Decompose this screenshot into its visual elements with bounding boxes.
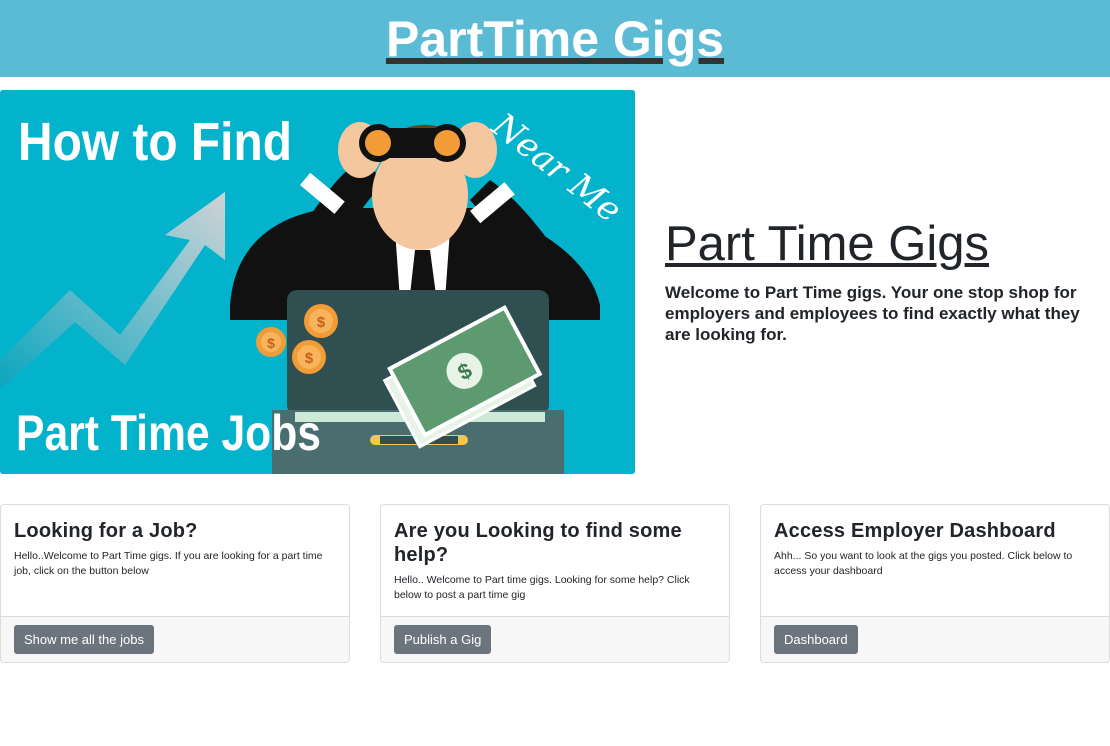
image-headline-bottom: Part Time Jobs <box>16 405 321 461</box>
coin-dollar-text: $ <box>305 350 314 367</box>
coin-dollar-text: $ <box>317 314 326 331</box>
card-text: Hello..Welcome to Part Time gigs. If you… <box>14 550 323 577</box>
card-footer: Publish a Gig <box>381 616 729 662</box>
hero-description: Welcome to Part Time gigs. Your one stop… <box>665 282 1080 344</box>
image-headline-top: How to Find <box>18 112 292 172</box>
dashboard-button[interactable]: Dashboard <box>774 625 858 654</box>
card-title: Access Employer Dashboard <box>774 520 1056 542</box>
brand-link[interactable]: PartTime Gigs <box>386 14 724 64</box>
hero-text-block: Part Time Gigs Welcome to Part Time gigs… <box>665 217 1105 345</box>
card-footer: Show me all the jobs <box>1 616 349 662</box>
card-body: Are you Looking to find some help? Hello… <box>381 505 729 617</box>
coin-dollar-text: $ <box>267 335 275 351</box>
card-body: Access Employer Dashboard Ahh... So you … <box>761 505 1109 617</box>
card-text: Ahh... So you want to look at the gigs y… <box>774 550 1073 577</box>
hero-title: Part Time Gigs <box>665 217 990 271</box>
card-find-help: Are you Looking to find some help? Hello… <box>380 504 730 663</box>
card-employer-dashboard: Access Employer Dashboard Ahh... So you … <box>760 504 1110 663</box>
site-header: PartTime Gigs <box>0 0 1110 77</box>
hero-image: $ $ $ $ How to Find Near Me Part Time Jo… <box>0 90 635 474</box>
show-all-jobs-button[interactable]: Show me all the jobs <box>14 625 154 654</box>
card-find-job: Looking for a Job? Hello..Welcome to Par… <box>0 504 350 663</box>
card-body: Looking for a Job? Hello..Welcome to Par… <box>1 505 349 617</box>
card-title: Are you Looking to find some help? <box>394 520 682 566</box>
publish-gig-button[interactable]: Publish a Gig <box>394 625 492 654</box>
card-text: Hello.. Welcome to Part time gigs. Looki… <box>394 574 690 601</box>
card-footer: Dashboard <box>761 616 1109 662</box>
card-title: Looking for a Job? <box>14 520 198 542</box>
